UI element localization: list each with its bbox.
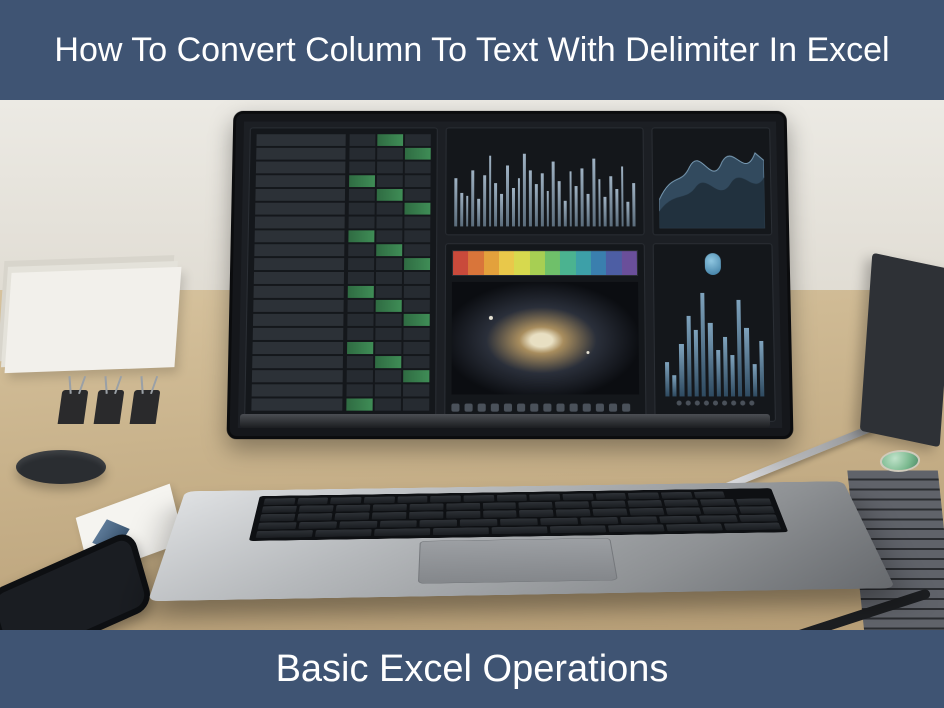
secondary-bar-panel [653, 243, 776, 422]
binder-clip-icon [58, 390, 89, 424]
bar-chart-panel [445, 127, 644, 235]
bar-chart [454, 146, 635, 226]
coaster [16, 450, 106, 484]
binder-clips [58, 390, 161, 424]
paper-stack [5, 267, 182, 373]
secondary-bar-chart [660, 282, 768, 397]
galaxy-image [451, 282, 639, 394]
laptop-hinge [240, 414, 770, 428]
dashboard [244, 127, 776, 421]
binder-clip-icon [130, 390, 161, 424]
microphone-icon [660, 250, 766, 278]
trackpad [418, 538, 618, 584]
table-cells [346, 134, 431, 414]
header-banner: How To Convert Column To Text With Delim… [0, 0, 944, 100]
table-row-labels [251, 134, 345, 414]
pagination-dots [661, 401, 768, 415]
laptop-screen [227, 111, 794, 439]
binder-clip-icon [94, 390, 125, 424]
page-title: How To Convert Column To Text With Delim… [54, 29, 889, 72]
area-chart [658, 134, 765, 228]
keyboard [249, 488, 788, 541]
notebook [860, 253, 944, 448]
footer-caption: Basic Excel Operations [276, 648, 669, 691]
laptop [170, 108, 830, 628]
footer-banner: Basic Excel Operations [0, 630, 944, 708]
laptop-deck [148, 481, 895, 601]
area-chart-panel [651, 127, 772, 235]
data-table-panel [244, 127, 438, 421]
image-toolbar [451, 401, 639, 415]
color-spectrum [452, 250, 638, 276]
hero-scene [0, 100, 944, 630]
spectrum-panel [444, 243, 646, 422]
